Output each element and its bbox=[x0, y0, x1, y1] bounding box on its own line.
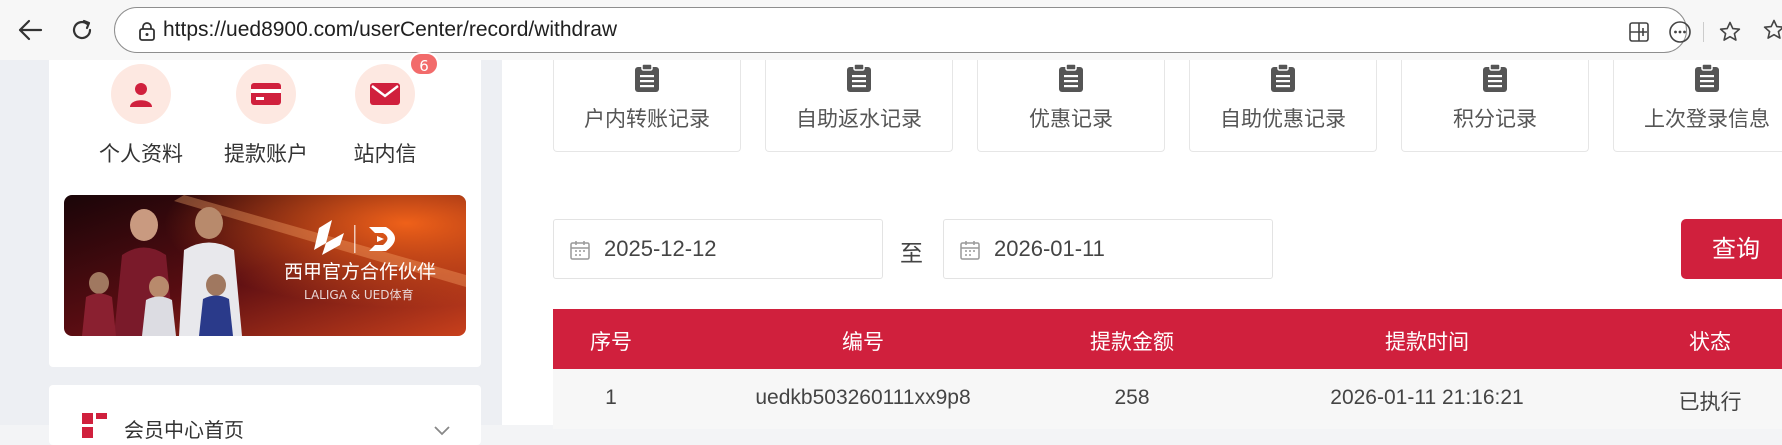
lock-icon[interactable] bbox=[137, 21, 157, 41]
row-amount: 258 bbox=[1114, 386, 1150, 409]
user-icon bbox=[111, 64, 171, 124]
member-home-link[interactable]: 会员中心首页 bbox=[124, 414, 244, 443]
clipboard-icon bbox=[1270, 63, 1296, 92]
clipboard-icon bbox=[846, 63, 872, 92]
calendar-icon bbox=[569, 239, 591, 261]
card-icon bbox=[236, 64, 296, 124]
tab-rebate-records[interactable]: 自助返水记录 bbox=[765, 60, 953, 152]
date-range-separator: 至 bbox=[900, 241, 923, 267]
column-header: 序号 bbox=[590, 330, 632, 354]
row-order-number: uedkb503260111xx9p8 bbox=[755, 386, 971, 409]
end-date-value: 2026-01-11 bbox=[994, 236, 1105, 261]
withdraw-account-label: 提款账户 bbox=[224, 142, 308, 166]
reload-icon[interactable] bbox=[62, 10, 102, 50]
favorites-icon[interactable] bbox=[1762, 18, 1782, 42]
tab-promotion-records[interactable]: 优惠记录 bbox=[977, 60, 1165, 152]
favorite-star-icon[interactable] bbox=[1718, 20, 1742, 44]
table-row: 1 uedkb503260111xx9p8 258 2026-01-11 21:… bbox=[553, 369, 1782, 429]
clipboard-icon bbox=[634, 63, 660, 92]
end-date-input[interactable]: 2026-01-11 bbox=[943, 219, 1273, 279]
banner-title: 西甲官方合作伙伴 bbox=[284, 261, 437, 283]
split-screen-icon[interactable] bbox=[1627, 20, 1651, 44]
tab-label: 优惠记录 bbox=[1029, 107, 1113, 131]
row-time: 2026-01-11 21:16:21 bbox=[1330, 386, 1524, 409]
clipboard-icon bbox=[1482, 63, 1508, 92]
banner-subtitle: LALIGA & UED体育 bbox=[304, 288, 414, 302]
address-bar[interactable]: https://ued8900.com/userCenter/record/wi… bbox=[114, 7, 1741, 53]
dashboard-icon bbox=[82, 413, 108, 443]
address-bar-divider bbox=[1703, 22, 1704, 42]
tab-label: 自助优惠记录 bbox=[1220, 107, 1346, 131]
calendar-icon bbox=[959, 239, 981, 261]
column-header: 编号 bbox=[842, 330, 884, 354]
profile-card: 个人资料 提款账户 站内信 6 西甲官方合作伙伴 LALIGA & UED体育 bbox=[49, 52, 481, 367]
profile-info-button[interactable]: 个人资料 bbox=[86, 64, 196, 174]
url-text[interactable]: https://ued8900.com/userCenter/record/wi… bbox=[163, 18, 617, 42]
row-status: 已执行 bbox=[1678, 390, 1742, 414]
row-index: 1 bbox=[605, 386, 617, 409]
laliga-banner[interactable]: 西甲官方合作伙伴 LALIGA & UED体育 bbox=[64, 195, 466, 336]
column-header: 状态 bbox=[1689, 330, 1731, 354]
tab-label: 上次登录信息 bbox=[1644, 107, 1770, 131]
back-icon[interactable] bbox=[10, 10, 50, 50]
browser-toolbar: https://ued8900.com/userCenter/record/wi… bbox=[0, 0, 1782, 60]
tab-label: 户内转账记录 bbox=[584, 107, 710, 131]
inbox-label: 站内信 bbox=[353, 142, 417, 166]
query-button[interactable]: 查询 bbox=[1681, 219, 1782, 279]
clipboard-icon bbox=[1058, 63, 1084, 92]
start-date-value: 2025-12-12 bbox=[604, 236, 717, 261]
menu-card: 会员中心首页 bbox=[49, 385, 481, 445]
withdraw-account-button[interactable]: 提款账户 bbox=[211, 64, 321, 174]
tab-points-records[interactable]: 积分记录 bbox=[1401, 60, 1589, 152]
profile-info-label: 个人资料 bbox=[99, 142, 183, 166]
clipboard-icon bbox=[1694, 63, 1720, 92]
tab-label: 积分记录 bbox=[1453, 107, 1537, 131]
chevron-down-icon[interactable] bbox=[434, 421, 450, 440]
unread-badge: 6 bbox=[409, 52, 439, 76]
column-header: 提款时间 bbox=[1385, 330, 1469, 354]
tab-label: 自助返水记录 bbox=[796, 107, 922, 131]
tab-transfer-records[interactable]: 户内转账记录 bbox=[553, 60, 741, 152]
more-options-icon[interactable] bbox=[1668, 20, 1692, 44]
start-date-input[interactable]: 2025-12-12 bbox=[553, 219, 883, 279]
table-header: 序号 编号 提款金额 提款时间 状态 bbox=[553, 309, 1782, 369]
inbox-button[interactable]: 站内信 bbox=[330, 64, 440, 174]
column-header: 提款金额 bbox=[1090, 330, 1174, 354]
tab-last-login[interactable]: 上次登录信息 bbox=[1613, 60, 1782, 152]
tab-self-promotion-records[interactable]: 自助优惠记录 bbox=[1189, 60, 1377, 152]
mail-icon bbox=[355, 64, 415, 124]
